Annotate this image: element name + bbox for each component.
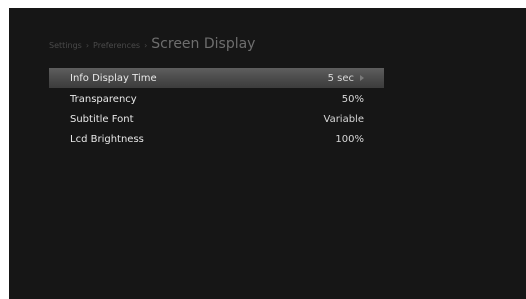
settings-menu: Info Display Time 5 sec Transparency 50%… [49,68,384,149]
menu-item-value: 5 sec [327,72,354,84]
menu-item-label: Lcd Brightness [70,133,144,145]
breadcrumb-preferences: Preferences [93,41,141,50]
menu-item-lcd-brightness[interactable]: Lcd Brightness 100% [49,129,384,149]
breadcrumb: Settings › Preferences › Screen Display [49,36,255,56]
chevron-right-icon [360,75,364,81]
menu-item-value: 100% [335,133,364,145]
breadcrumb-settings: Settings [49,41,82,50]
menu-item-info-display-time[interactable]: Info Display Time 5 sec [49,68,384,88]
menu-item-label: Transparency [70,93,137,105]
menu-item-transparency[interactable]: Transparency 50% [49,89,384,109]
menu-item-value-wrap: 5 sec [328,73,364,84]
menu-item-value: 50% [341,93,364,105]
page-title: Screen Display [151,36,256,52]
menu-item-value: Variable [323,113,365,125]
menu-item-subtitle-font[interactable]: Subtitle Font Variable [49,109,384,129]
menu-item-label: Subtitle Font [70,113,134,125]
tv-screen: Settings › Preferences › Screen Display … [9,8,526,299]
menu-item-label: Info Display Time [70,72,157,84]
breadcrumb-separator: › [144,41,148,50]
breadcrumb-separator: › [85,41,90,50]
